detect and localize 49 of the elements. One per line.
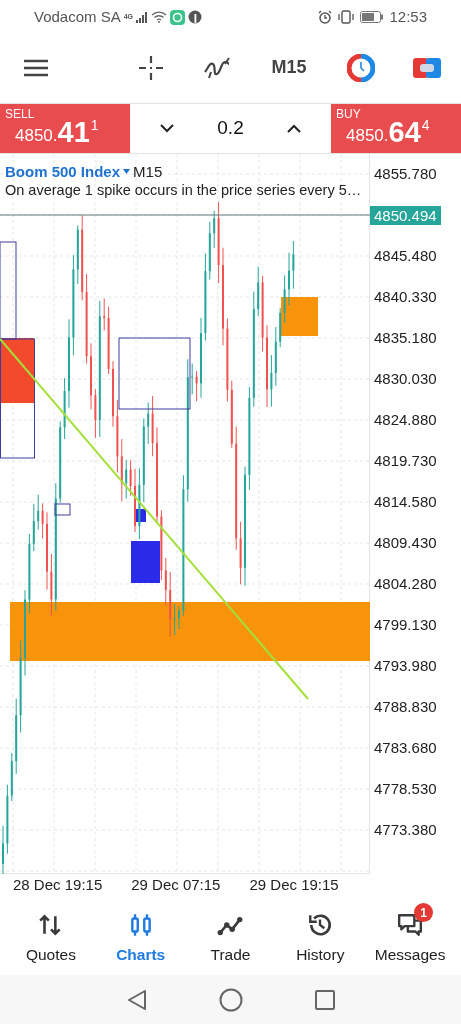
nav-tab[interactable]: Quotes <box>6 902 96 969</box>
app-icon <box>170 9 186 25</box>
zone-rectangle <box>131 541 160 583</box>
price-label: 4819.730 <box>374 451 437 472</box>
price-label: 4840.330 <box>374 287 437 308</box>
clock-time: 12:53 <box>389 6 427 27</box>
price-label: 4809.430 <box>374 533 437 554</box>
notification-badge: 1 <box>414 903 434 923</box>
price-label: 4773.380 <box>374 820 437 841</box>
time-label: 29 Dec 19:15 <box>249 874 339 895</box>
signal-icon <box>136 11 149 23</box>
dropdown-icon <box>123 169 131 174</box>
price-label: 4855.780 <box>374 164 437 185</box>
price-label: 4778.530 <box>374 779 437 800</box>
timeframe-button[interactable]: M15 <box>269 54 309 81</box>
price-label: 4824.880 <box>374 410 437 431</box>
current-price-tag: 4850.494 <box>370 206 441 225</box>
vibrate-icon <box>337 10 356 24</box>
home-button[interactable] <box>218 987 243 1012</box>
crosshair-button[interactable] <box>137 53 165 82</box>
app-icon <box>188 10 203 24</box>
nav-tab[interactable]: 1 Messages <box>365 902 455 969</box>
time-label: 28 Dec 19:15 <box>13 874 103 895</box>
price-label: 4804.280 <box>374 574 437 595</box>
zone-outline <box>54 503 71 516</box>
time-label: 29 Dec 07:15 <box>131 874 221 895</box>
price-label: 4793.980 <box>374 656 437 677</box>
chart-timeframe: M15 <box>133 162 163 181</box>
price-label: 4814.580 <box>374 492 437 513</box>
one-click-trading-button[interactable] <box>347 53 375 82</box>
price-label: 4788.830 <box>374 697 437 718</box>
price-label: 4830.030 <box>374 369 437 390</box>
battery-icon <box>360 11 385 23</box>
volume-value[interactable]: 0.2 <box>217 114 244 143</box>
price-label: 4845.480 <box>374 246 437 267</box>
history-icon <box>307 912 334 939</box>
carrier-name: Vodacom SA <box>34 6 121 27</box>
indicator-description: On average 1 spike occurs in the price series every 5… <box>5 181 362 200</box>
price-label: 4799.130 <box>374 615 437 636</box>
zone-rectangle <box>281 297 318 336</box>
nav-tab[interactable]: Charts <box>95 902 186 969</box>
nav-tab[interactable]: Trade <box>185 902 276 969</box>
price-label: 4783.680 <box>374 738 437 759</box>
price-label: 4835.180 <box>374 328 437 349</box>
wifi-icon <box>151 11 168 23</box>
nav-tab[interactable]: History <box>275 902 366 969</box>
alarm-icon <box>318 10 333 24</box>
symbol-selector[interactable]: Boom 500 Index <box>5 162 131 181</box>
recents-button[interactable] <box>312 987 337 1012</box>
